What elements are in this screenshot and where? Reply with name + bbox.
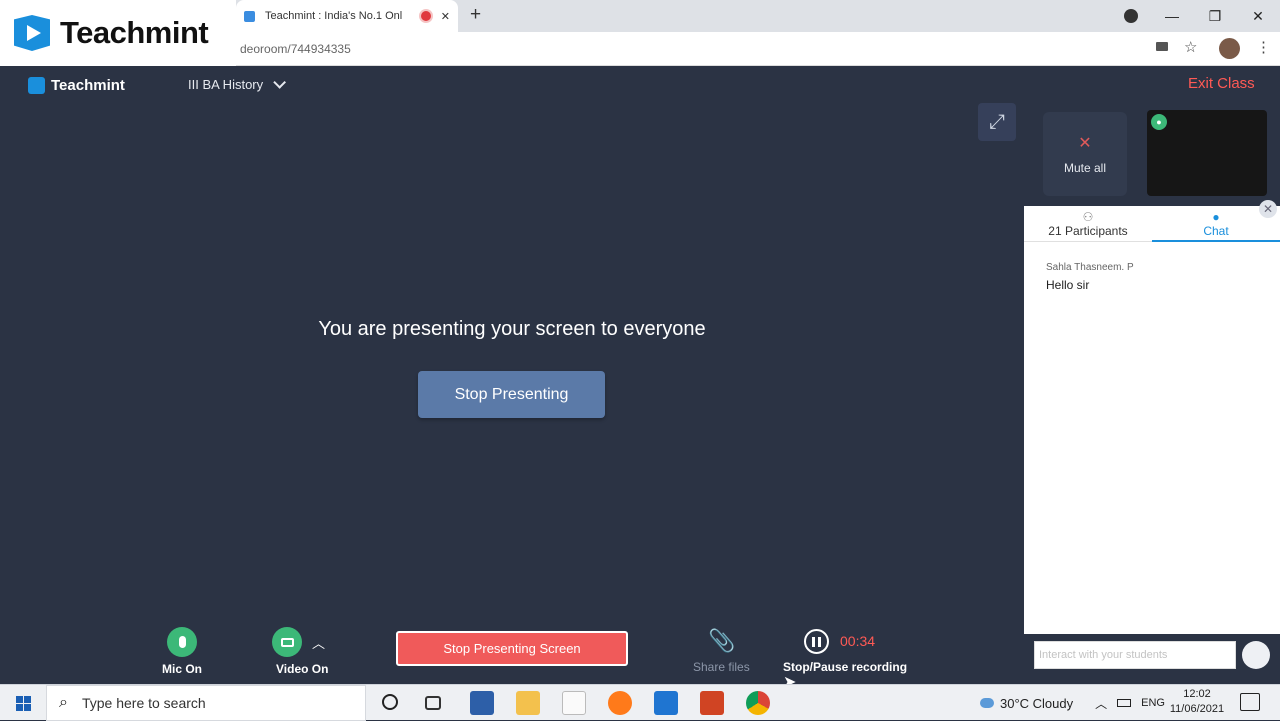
teachmint-app-icon xyxy=(28,77,45,94)
firefox-icon[interactable] xyxy=(608,691,632,715)
browser-menu-icon[interactable]: ⋮ xyxy=(1256,38,1271,56)
tab-participants[interactable]: ⚇ 21 Participants xyxy=(1024,206,1152,242)
tab-search-icon[interactable] xyxy=(1124,9,1138,23)
share-files-label[interactable]: Share files xyxy=(693,660,750,674)
mic-label: Mic On xyxy=(162,662,203,676)
chevron-down-icon xyxy=(273,76,287,89)
app-logo-text: Teachmint xyxy=(51,77,125,94)
video-options-caret-icon[interactable]: ︿ xyxy=(312,633,325,652)
camera-in-use-icon[interactable] xyxy=(1156,42,1168,51)
mute-all-button[interactable]: ✕ Mute all xyxy=(1043,112,1127,196)
powerpoint-icon[interactable] xyxy=(700,691,724,715)
battery-icon[interactable] xyxy=(1117,699,1132,707)
self-video-tile: ● xyxy=(1147,110,1267,196)
pause-recording-icon[interactable] xyxy=(804,629,829,654)
exit-class-button[interactable]: Exit Class xyxy=(1188,75,1255,92)
chat-message: Sahla Thasneem. P Hello sir xyxy=(1046,262,1134,292)
close-icon[interactable]: ✕ xyxy=(1259,200,1277,218)
search-icon: ⌕ xyxy=(59,694,68,711)
system-tray: 30°C Cloudy ︿ ENG xyxy=(980,685,1165,721)
windows-logo-icon xyxy=(15,695,31,711)
weather-icon xyxy=(980,698,994,708)
recording-timer: 00:34 xyxy=(840,633,876,649)
side-panel: ⚇ 21 Participants ● Chat ✕ Sahla Thasnee… xyxy=(1024,200,1280,634)
taskbar-search-placeholder: Type here to search xyxy=(81,695,206,711)
class-name: III BA History xyxy=(188,77,264,92)
taskbar-clock[interactable]: 12:02 11/06/2021 xyxy=(1168,687,1226,717)
expand-icon[interactable]: ⤢ xyxy=(978,103,1016,141)
restore-button[interactable]: ❐ xyxy=(1194,0,1236,32)
video-label: Video On xyxy=(276,662,329,676)
paperclip-icon[interactable]: 📎 xyxy=(708,628,735,654)
close-window-button[interactable]: ✕ xyxy=(1237,0,1279,32)
chat-message-text: Hello sir xyxy=(1046,278,1090,292)
clock-time: 12:02 xyxy=(1183,688,1211,700)
store-icon[interactable] xyxy=(470,691,494,715)
new-tab-button[interactable]: + xyxy=(470,4,481,26)
chrome-icon[interactable] xyxy=(746,691,770,715)
mute-all-label: Mute all xyxy=(1063,161,1107,175)
language-indicator[interactable]: ENG xyxy=(1141,697,1165,709)
participants-label: 21 Participants xyxy=(1048,224,1128,238)
teachmint-logo-icon xyxy=(14,15,50,51)
browser-tab-title: Teachmint : India's No.1 Onl xyxy=(265,10,403,22)
class-selector[interactable]: III BA History xyxy=(188,76,287,92)
recording-dot-icon xyxy=(420,11,431,21)
chat-input[interactable] xyxy=(1034,641,1236,669)
notification-center-icon[interactable] xyxy=(1240,693,1260,711)
send-button[interactable] xyxy=(1242,641,1270,669)
close-tab-icon[interactable]: ✕ xyxy=(441,10,450,23)
windows-taskbar: ⌕ Type here to search 30°C Cloudy ︿ ENG … xyxy=(0,684,1280,721)
start-button[interactable] xyxy=(0,685,46,721)
profile-avatar[interactable] xyxy=(1219,38,1240,59)
weather-text[interactable]: 30°C Cloudy xyxy=(1000,696,1073,711)
mic-active-icon: ● xyxy=(1151,114,1167,130)
mic-off-icon: ✕ xyxy=(1078,135,1092,152)
cortana-icon[interactable] xyxy=(382,694,398,710)
clock-date: 11/06/2021 xyxy=(1169,703,1225,715)
browser-tab[interactable]: Teachmint : India's No.1 Onl ✕ xyxy=(236,0,458,32)
video-camera-icon xyxy=(280,637,294,647)
chat-label: Chat xyxy=(1203,224,1229,238)
stop-presenting-screen-button[interactable]: Stop Presenting Screen xyxy=(396,631,628,666)
chat-message-sender: Sahla Thasneem. P xyxy=(1046,262,1134,273)
panel-tabs: ⚇ 21 Participants ● Chat xyxy=(1024,206,1280,242)
teachmint-logo-text: Teachmint xyxy=(60,15,209,50)
file-explorer-icon[interactable] xyxy=(516,691,540,715)
mic-button[interactable] xyxy=(167,627,197,657)
mail-icon[interactable] xyxy=(654,691,678,715)
taskbar-search-box[interactable]: ⌕ Type here to search xyxy=(46,685,366,721)
teachmint-favicon-icon xyxy=(244,10,255,22)
microphone-icon xyxy=(178,636,186,648)
address-url[interactable]: deoroom/744934335 xyxy=(240,42,351,56)
stop-presenting-button[interactable]: Stop Presenting xyxy=(418,371,605,418)
teachmint-watermark-logo: Teachmint xyxy=(0,0,236,66)
app-logo: Teachmint xyxy=(28,77,125,94)
presenting-message: You are presenting your screen to everyo… xyxy=(318,318,706,340)
task-view-icon[interactable] xyxy=(425,696,441,710)
video-button[interactable] xyxy=(272,627,302,657)
minimize-button[interactable]: — xyxy=(1151,0,1193,32)
tray-expand-icon[interactable]: ︿ xyxy=(1095,695,1107,712)
bookmark-star-icon[interactable]: ☆ xyxy=(1184,38,1197,56)
stop-pause-recording-label[interactable]: Stop/Pause recording xyxy=(783,660,907,674)
participants-icon: ⚇ xyxy=(1082,210,1094,224)
notepad-icon[interactable] xyxy=(562,691,586,715)
